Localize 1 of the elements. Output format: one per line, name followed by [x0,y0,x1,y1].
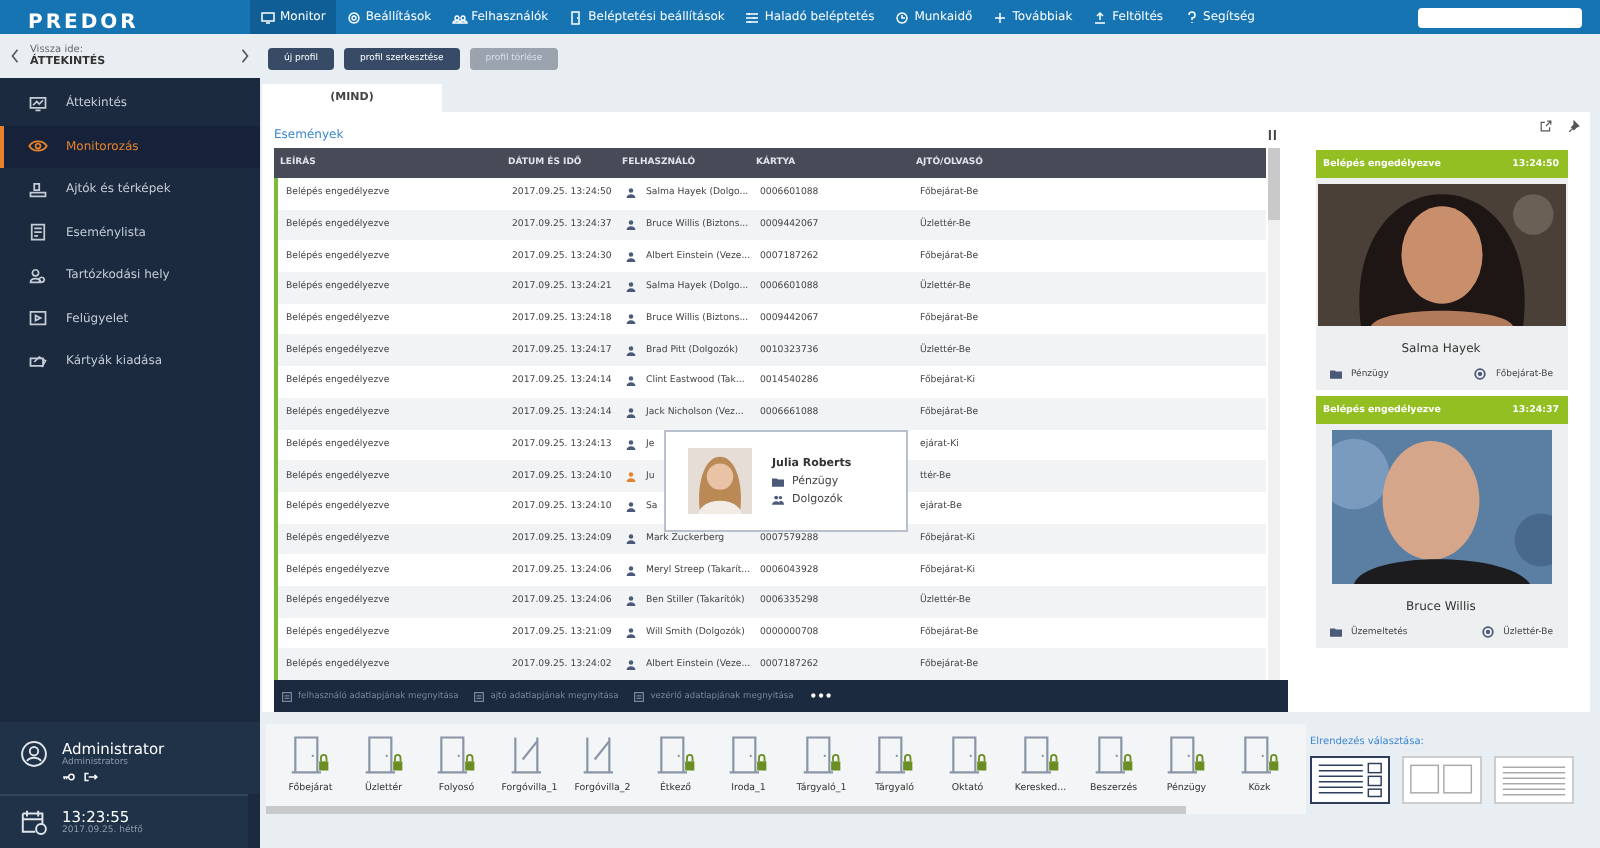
logo: PREDOR [28,12,139,34]
